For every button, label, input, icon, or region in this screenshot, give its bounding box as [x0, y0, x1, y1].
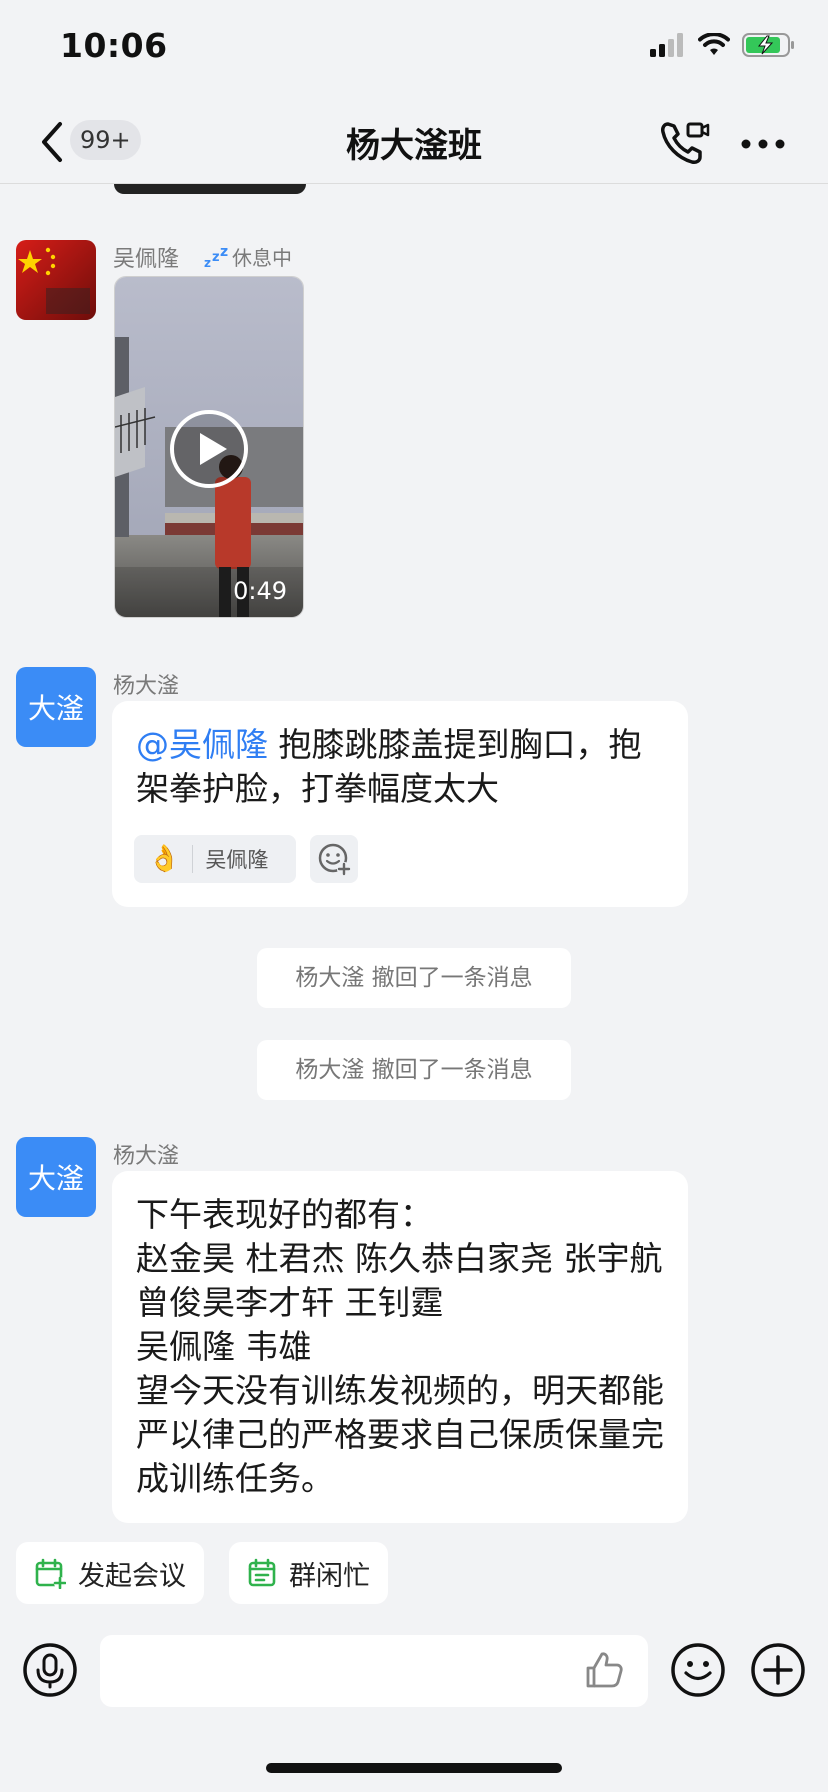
group-availability-button[interactable]: 群闲忙 — [229, 1542, 388, 1604]
message-text: 下午表现好的都有： 赵金昊 杜君杰 陈久恭白家尧 张宇航 曾俊昊李才轩 王钊霆 … — [136, 1193, 670, 1501]
plus-icon[interactable] — [750, 1642, 806, 1698]
previous-video-edge — [114, 184, 306, 194]
message-line: 望今天没有训练发视频的，明天都能严以律己的严格要求自己保质保量完成训练任务。 — [136, 1371, 664, 1498]
mention-link[interactable]: @吴佩隆 — [136, 725, 268, 764]
start-meeting-label: 发起会议 — [78, 1560, 186, 1592]
sender-name: 杨大滏 — [113, 1144, 180, 1169]
add-emoji-icon — [318, 843, 351, 876]
wifi-icon — [698, 33, 730, 55]
battery-charging-icon — [742, 33, 794, 57]
play-icon[interactable] — [169, 409, 249, 489]
emoji-icon[interactable] — [670, 1642, 726, 1698]
video-duration: 0:49 — [233, 577, 287, 605]
flag-avatar-icon — [16, 240, 96, 320]
message-line: 吴佩隆 韦雄 — [136, 1327, 312, 1366]
zzz-icon: z z z — [204, 245, 228, 269]
rest-status: z z z 休息中 — [204, 242, 292, 271]
input-bar — [0, 1628, 828, 1718]
calendar-add-icon — [35, 1558, 66, 1589]
reaction-pill[interactable]: 👌 吴佩隆 — [134, 835, 296, 883]
status-bar: 10:06 — [0, 0, 828, 100]
sender-name: 杨大滏 — [113, 674, 180, 699]
status-time: 10:06 — [60, 26, 168, 65]
avatar[interactable] — [16, 240, 96, 320]
video-message[interactable]: 0:49 — [114, 276, 304, 618]
start-meeting-button[interactable]: 发起会议 — [16, 1542, 204, 1604]
recall-notice: 杨大滏 撤回了一条消息 — [257, 1040, 571, 1100]
group-availability-label: 群闲忙 — [289, 1560, 370, 1592]
svg-text:z: z — [204, 256, 211, 269]
message-input[interactable] — [100, 1635, 648, 1707]
calendar-status-icon — [248, 1558, 276, 1587]
chat-header: 99+ 杨大滏班 — [0, 100, 828, 184]
home-indicator[interactable] — [266, 1763, 562, 1773]
sender-name: 吴佩隆 — [113, 247, 180, 272]
reaction-user: 吴佩隆 — [205, 848, 269, 872]
status-icons — [650, 32, 796, 58]
phone-video-icon[interactable] — [658, 116, 710, 168]
recall-notice: 杨大滏 撤回了一条消息 — [257, 948, 571, 1008]
message-bubble[interactable]: @吴佩隆 抱膝跳膝盖提到胸口，抱架拳护脸，打拳幅度太大 👌 吴佩隆 — [112, 701, 688, 907]
signal-icon — [650, 33, 683, 57]
message-bubble[interactable]: 下午表现好的都有： 赵金昊 杜君杰 陈久恭白家尧 张宇航 曾俊昊李才轩 王钊霆 … — [112, 1171, 688, 1523]
avatar[interactable]: 大滏 — [16, 667, 96, 747]
thumbs-up-icon[interactable] — [582, 1648, 626, 1692]
add-reaction-button[interactable] — [310, 835, 358, 883]
svg-text:z: z — [220, 245, 228, 260]
message-line: 赵金昊 杜君杰 陈久恭白家尧 张宇航 曾俊昊李才轩 王钊霆 — [136, 1239, 663, 1322]
message-line: 下午表现好的都有： — [136, 1195, 433, 1234]
message-text: @吴佩隆 抱膝跳膝盖提到胸口，抱架拳护脸，打拳幅度太大 — [136, 723, 666, 811]
microphone-icon[interactable] — [22, 1642, 78, 1698]
ok-hand-emoji: 👌 — [148, 844, 181, 874]
avatar[interactable]: 大滏 — [16, 1137, 96, 1217]
rest-status-label: 休息中 — [232, 246, 292, 270]
reaction-divider — [192, 845, 194, 873]
svg-text:z: z — [212, 250, 220, 265]
more-dots-icon[interactable] — [738, 124, 788, 164]
